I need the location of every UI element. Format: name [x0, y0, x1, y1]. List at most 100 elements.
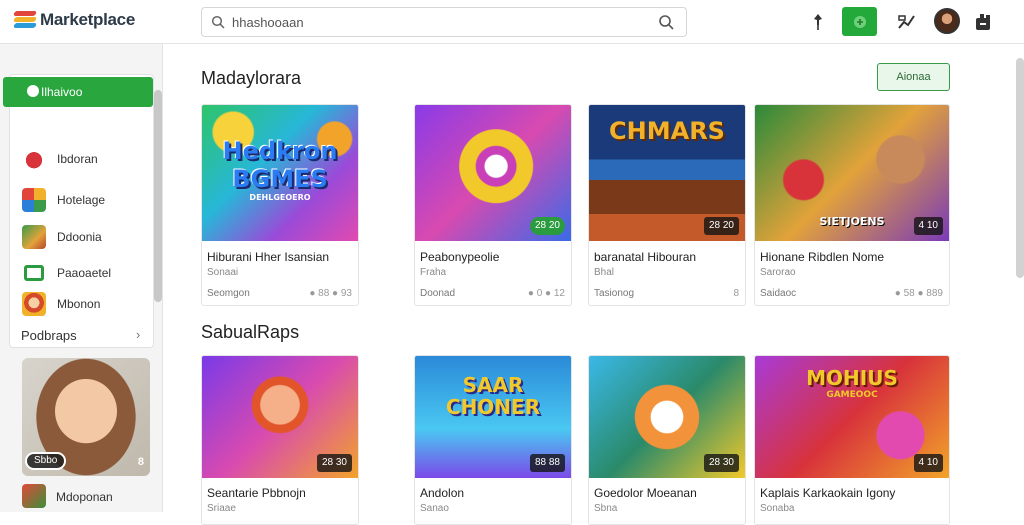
- view-all-button[interactable]: Aionaa: [877, 63, 950, 91]
- game-meta: Saidaoc: [760, 288, 797, 299]
- game-thumbnail: Hedkron BGMES DEHLGEOERO: [202, 105, 358, 241]
- game-subtitle: Fraha: [420, 267, 447, 278]
- add-button[interactable]: [842, 7, 877, 36]
- sidebar-item-ibdoran[interactable]: Ibdoran: [10, 144, 155, 174]
- game-card[interactable]: 28 20 Peabonypeolie Fraha Doonad ● 0 ● 1…: [414, 104, 572, 306]
- activity-icon[interactable]: [895, 10, 919, 34]
- game-title: Hionane Ribdlen Nome: [760, 250, 885, 264]
- thumbnail-subtitle: DEHLGEOERO: [249, 193, 311, 202]
- game-thumbnail: SAAR CHONER 88 88: [415, 356, 571, 478]
- promo-label: Sbbo: [25, 452, 67, 470]
- game-badge: 28 20: [529, 217, 565, 235]
- sidebar-nav: Ibdoran Hotelage Ddoonia Paaoaetel Mbono…: [9, 74, 154, 348]
- main-content: Madaylorara Aionaa Hedkron BGMES DEHLGEO…: [163, 44, 1015, 525]
- section-title: SabualRaps: [201, 322, 300, 342]
- sidebar: Ibdoran Hotelage Ddoonia Paaoaetel Mbono…: [0, 44, 163, 512]
- game-subtitle: Sonaai: [207, 267, 239, 278]
- game-title: Hiburani Hher Isansian: [207, 250, 330, 264]
- logo-icon: [13, 9, 37, 31]
- sidebar-item-label: Paaoaetel: [57, 266, 112, 280]
- game-card[interactable]: SAAR CHONER 88 88 Andolon Sanao: [414, 355, 572, 525]
- game-badge: 4 10: [913, 217, 943, 235]
- user-avatar[interactable]: [934, 8, 960, 34]
- home-icon: [27, 85, 39, 97]
- game-badge: 28 20: [703, 217, 739, 235]
- game-stats: ● 88 ● 93: [309, 288, 352, 299]
- sidebar-item-label: Ibdoran: [57, 152, 98, 166]
- money-icon: [24, 265, 44, 281]
- thumbnail-subtitle: GAMEOOC: [826, 390, 878, 400]
- game-stats: ● 58 ● 889: [894, 288, 943, 299]
- game-badge: 4 10: [913, 454, 943, 472]
- game-subtitle: Bhal: [594, 267, 615, 278]
- sidebar-item-hotelage[interactable]: Hotelage: [10, 185, 155, 215]
- sidebar-item-label: Ilhaivoo: [41, 85, 83, 99]
- page-scrollbar[interactable]: [1016, 58, 1024, 278]
- thumbnail-title: CHMARS: [609, 117, 725, 145]
- game-card[interactable]: CHMARS 28 20 baranatal Hibouran Bhal Tas…: [588, 104, 746, 306]
- game-subtitle: Sanao: [420, 503, 449, 514]
- puzzle-game-icon: [22, 188, 46, 212]
- section-title: Madaylorara: [201, 68, 302, 88]
- game-thumbnail: CHMARS 28 20: [589, 105, 745, 241]
- sidebar-item-label: Mdoponan: [56, 490, 113, 504]
- sidebar-item-label: Hotelage: [57, 193, 106, 207]
- promo-count: 8: [137, 456, 144, 468]
- game-stats: 8: [733, 288, 739, 299]
- game-card[interactable]: 28 30 Seantarie Pbbnojn Sriaae: [201, 355, 359, 525]
- search-icon: [211, 15, 225, 29]
- game-thumbnail: 28 30: [202, 356, 358, 478]
- pin-icon[interactable]: [806, 10, 830, 34]
- game-subtitle: Sbna: [594, 503, 618, 514]
- search-submit-icon[interactable]: [658, 14, 674, 30]
- game-title: Andolon: [420, 486, 465, 500]
- game-subtitle: Sriaae: [207, 503, 236, 514]
- game-title: Goedolor Moeanan: [594, 486, 697, 500]
- game-thumbnail: 28 20: [415, 105, 571, 241]
- game-badge: 88 88: [529, 454, 565, 472]
- thumbnail-title: MOHIUS: [806, 366, 898, 390]
- game-title: Kaplais Karkaokain Igony: [760, 486, 896, 500]
- game-icon: [22, 484, 46, 508]
- game-stats: ● 0 ● 12: [527, 288, 565, 299]
- character-game-icon: [22, 292, 46, 316]
- game-thumbnail: MOHIUS GAMEOOC 4 10: [755, 356, 949, 478]
- app-logo[interactable]: Marketplace: [13, 9, 135, 31]
- game-card[interactable]: Hedkron BGMES DEHLGEOERO Hiburani Hher I…: [201, 104, 359, 306]
- sidebar-item-ddoonia[interactable]: Ddoonia: [10, 222, 155, 252]
- sidebar-scrollbar[interactable]: [154, 90, 162, 302]
- thumbnail-title: SAAR CHONER: [445, 373, 541, 419]
- game-card[interactable]: SIETJOENS 4 10 Hionane Ribdlen Nome Saro…: [754, 104, 950, 306]
- game-card[interactable]: 28 30 Goedolor Moeanan Sbna: [588, 355, 746, 525]
- game-title: baranatal Hibouran: [594, 250, 697, 264]
- game-badge: 28 30: [703, 454, 739, 472]
- game-title: Peabonypeolie: [420, 250, 500, 264]
- search-input[interactable]: [232, 14, 652, 31]
- game-subtitle: Sarorao: [760, 267, 796, 278]
- game-meta: Doonad: [420, 288, 456, 299]
- game-subtitle: Sonaba: [760, 503, 795, 514]
- game-meta: Seomgon: [207, 288, 250, 299]
- game-card[interactable]: MOHIUS GAMEOOC 4 10 Kaplais Karkaokain I…: [754, 355, 950, 525]
- sidebar-item-mbonon[interactable]: Mbonon: [10, 289, 155, 319]
- notifications-icon[interactable]: [971, 10, 995, 34]
- sidebar-item-paaoaetel[interactable]: Paaoaetel: [10, 258, 155, 288]
- top-bar: Marketplace: [0, 0, 1024, 44]
- sidebar-item-label: Mbonon: [57, 297, 101, 311]
- plus-circle-icon: [853, 15, 866, 28]
- sidebar-promo-card[interactable]: Sbbo 8: [22, 358, 150, 476]
- game-title: Seantarie Pbbnojn: [207, 486, 306, 500]
- sidebar-section-title: Podbraps: [21, 328, 77, 343]
- app-title: Marketplace: [40, 10, 135, 29]
- search-bar[interactable]: [201, 7, 687, 37]
- game-badge: 28 30: [316, 454, 352, 472]
- game-meta: Tasionog: [594, 288, 635, 299]
- sidebar-item-label: Ddoonia: [57, 230, 102, 244]
- thumbnail-title: Hedkron BGMES: [222, 137, 338, 193]
- chevron-right-icon[interactable]: ›: [136, 327, 140, 342]
- sidebar-item-active[interactable]: Ilhaivoo: [3, 77, 153, 107]
- heart-game-icon: [22, 147, 46, 171]
- adventure-game-icon: [22, 225, 46, 249]
- game-thumbnail: SIETJOENS 4 10: [755, 105, 949, 241]
- game-thumbnail: 28 30: [589, 356, 745, 478]
